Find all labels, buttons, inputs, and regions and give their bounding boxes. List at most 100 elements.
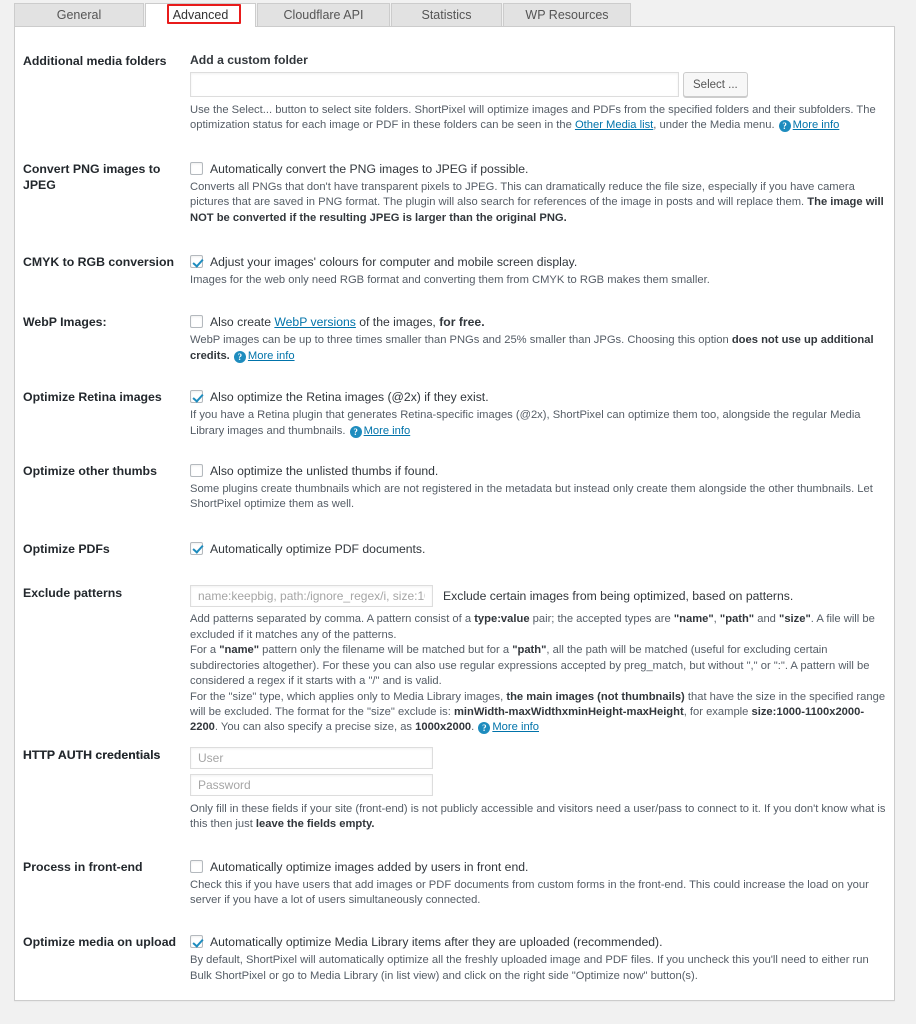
convert-png-checkbox[interactable] bbox=[190, 161, 203, 175]
webp-option-text: Also create WebP versions of the images,… bbox=[210, 314, 485, 330]
label-optimize-retina: Optimize Retina images bbox=[23, 390, 162, 405]
field-media-on-upload: Automatically optimize Media Library ite… bbox=[190, 934, 894, 984]
d3c: , for example bbox=[683, 705, 752, 718]
label-optimize-pdfs: Optimize PDFs bbox=[23, 541, 110, 556]
help-icon[interactable]: ? bbox=[233, 350, 246, 363]
http-auth-user-input[interactable] bbox=[190, 746, 433, 769]
tab-wp-resources[interactable]: WP Resources bbox=[503, 3, 631, 27]
label-cmyk-to-rgb: CMYK to RGB conversion bbox=[23, 255, 174, 270]
cmyk-to-rgb-option-label: Adjust your images' colours for computer… bbox=[210, 255, 578, 270]
tab-cloudflare-api[interactable]: Cloudflare API bbox=[257, 3, 390, 27]
tab-general[interactable]: General bbox=[14, 3, 144, 27]
http-auth-block: HTTP AUTH credentials HTTP AUTH credenti… bbox=[15, 746, 894, 833]
front-end-checkbox[interactable] bbox=[190, 859, 203, 873]
tab-advanced[interactable]: Advanced bbox=[145, 3, 256, 27]
label-webp-images: WebP Images: bbox=[23, 315, 107, 330]
webp-versions-link[interactable]: WebP versions bbox=[274, 315, 356, 329]
d1path: "path" bbox=[719, 613, 755, 626]
tab-label: WP Resources bbox=[525, 8, 609, 22]
d1size: "size" bbox=[779, 613, 811, 626]
more-info-link[interactable]: More info bbox=[492, 721, 539, 733]
label-convert-png: Convert PNG images to JPEG bbox=[23, 161, 161, 193]
desc-convert-png: Converts all PNGs that don't have transp… bbox=[190, 180, 885, 226]
field-exclude-patterns: Exclude certain images from being optimi… bbox=[190, 585, 894, 735]
row-media-on-upload: Optimize media on upload Automatically o… bbox=[15, 934, 894, 984]
d2a: For a bbox=[190, 644, 220, 657]
desc-cmyk-to-rgb: Images for the web only need RGB format … bbox=[190, 274, 710, 287]
desc-text: Converts all PNGs that don't have transp… bbox=[190, 180, 855, 209]
tab-label: Advanced bbox=[172, 8, 229, 22]
d1b: type:value bbox=[474, 613, 530, 626]
label-exclude-patterns: Exclude patterns bbox=[23, 586, 123, 601]
webp-option-part2: of the images, bbox=[355, 315, 440, 330]
field-convert-png: Automatically convert the PNG images to … bbox=[190, 161, 894, 226]
row-optimize-retina: Optimize Retina images Also optimize the… bbox=[15, 389, 894, 439]
help-icon[interactable]: ? bbox=[778, 120, 791, 133]
other-thumbs-checkbox[interactable] bbox=[190, 464, 203, 478]
option-media-on-upload: Automatically optimize Media Library ite… bbox=[190, 934, 882, 950]
desc-text: WebP images can be up to three times sma… bbox=[190, 334, 732, 347]
desc-webp: WebP images can be up to three times sma… bbox=[190, 333, 882, 364]
field-cmyk-to-rgb: Adjust your images' colours for computer… bbox=[190, 254, 894, 288]
more-info-link[interactable]: More info bbox=[364, 425, 411, 437]
option-convert-png: Automatically convert the PNG images to … bbox=[190, 161, 882, 177]
field-optimize-retina: Also optimize the Retina images (@2x) if… bbox=[190, 389, 894, 439]
advanced-settings-panel: Additional media folders Add a custom fo… bbox=[14, 26, 895, 1001]
row-process-front-end: Process in front-end Automatically optim… bbox=[15, 859, 894, 909]
label-http-auth: HTTP AUTH credentials bbox=[23, 747, 161, 762]
option-optimize-retina: Also optimize the Retina images (@2x) if… bbox=[190, 389, 882, 405]
row-convert-png: Convert PNG images to JPEG Automatically… bbox=[15, 161, 894, 226]
pdf-checkbox[interactable] bbox=[190, 541, 203, 555]
tab-label: General bbox=[56, 8, 102, 22]
tab-list: General Advanced Cloudflare API Statisti… bbox=[14, 3, 632, 27]
more-info-link[interactable]: More info bbox=[793, 119, 840, 131]
help-icon[interactable]: ? bbox=[478, 722, 491, 735]
label-optimize-other-thumbs: Optimize other thumbs bbox=[23, 464, 157, 479]
label-process-front-end: Process in front-end bbox=[23, 859, 143, 874]
d2name: "name" bbox=[219, 644, 260, 657]
d1c: pair; the accepted types are bbox=[529, 613, 674, 626]
tab-statistics[interactable]: Statistics bbox=[391, 3, 502, 27]
custom-folder-input[interactable] bbox=[190, 72, 679, 97]
webp-checkbox[interactable] bbox=[190, 315, 203, 329]
sublabel-add-custom-folder: Add a custom folder bbox=[190, 53, 308, 67]
d3a: For the "size" type, which applies only … bbox=[190, 690, 507, 703]
row-cmyk-to-rgb: CMYK to RGB conversion Adjust your image… bbox=[15, 254, 894, 288]
pdf-option-label: Automatically optimize PDF documents. bbox=[210, 541, 426, 556]
d2b: pattern only the filename will be matche… bbox=[259, 644, 513, 657]
field-additional-media-folders: Add a custom folder Select ... Use the S… bbox=[190, 53, 894, 134]
desc-http-auth: Only fill in these fields if your site (… bbox=[190, 802, 887, 833]
d1e: and bbox=[754, 613, 780, 626]
d3e: . bbox=[471, 721, 475, 734]
convert-png-option-label: Automatically convert the PNG images to … bbox=[210, 161, 529, 176]
desc-media-on-upload: By default, ShortPixel will automaticall… bbox=[190, 954, 869, 982]
option-webp-images: Also create WebP versions of the images,… bbox=[190, 314, 882, 330]
other-thumbs-option-label: Also optimize the unlisted thumbs if fou… bbox=[210, 464, 439, 479]
field-webp-images: Also create WebP versions of the images,… bbox=[190, 314, 894, 364]
select-folder-button[interactable]: Select ... bbox=[683, 72, 748, 97]
cmyk-to-rgb-checkbox[interactable] bbox=[190, 255, 203, 269]
d3d: . You can also specify a precise size, a… bbox=[214, 721, 416, 734]
label-additional-media-folders: Additional media folders bbox=[23, 54, 167, 68]
tab-bar: General Advanced Cloudflare API Statisti… bbox=[0, 0, 916, 27]
field-http-auth: Only fill in these fields if your site (… bbox=[190, 746, 894, 833]
option-cmyk-to-rgb: Adjust your images' colours for computer… bbox=[190, 254, 882, 270]
desc-text: If you have a Retina plugin that generat… bbox=[190, 409, 861, 437]
tab-label: Cloudflare API bbox=[283, 8, 364, 22]
more-info-link[interactable]: More info bbox=[248, 350, 295, 362]
field-optimize-pdfs: Automatically optimize PDF documents. bbox=[190, 541, 894, 557]
http-auth-password-input[interactable] bbox=[190, 773, 433, 796]
row-http-auth: HTTP AUTH credentials Only fill in these… bbox=[15, 746, 894, 833]
d1name: "name" bbox=[673, 613, 714, 626]
help-icon[interactable]: ? bbox=[349, 425, 362, 438]
desc-other-thumbs: Some plugins create thumbnails which are… bbox=[190, 483, 873, 511]
retina-checkbox[interactable] bbox=[190, 390, 203, 404]
field-process-front-end: Automatically optimize images added by u… bbox=[190, 859, 894, 909]
exclude-patterns-input[interactable] bbox=[190, 585, 433, 608]
other-media-list-link[interactable]: Other Media list bbox=[575, 119, 653, 131]
desc-front-end: Check this if you have users that add im… bbox=[190, 878, 869, 906]
desc-text-2: , under the Media menu. bbox=[653, 119, 775, 132]
media-upload-checkbox[interactable] bbox=[190, 935, 203, 949]
d2path: "path" bbox=[512, 644, 547, 657]
media-upload-option-label: Automatically optimize Media Library ite… bbox=[210, 935, 663, 950]
